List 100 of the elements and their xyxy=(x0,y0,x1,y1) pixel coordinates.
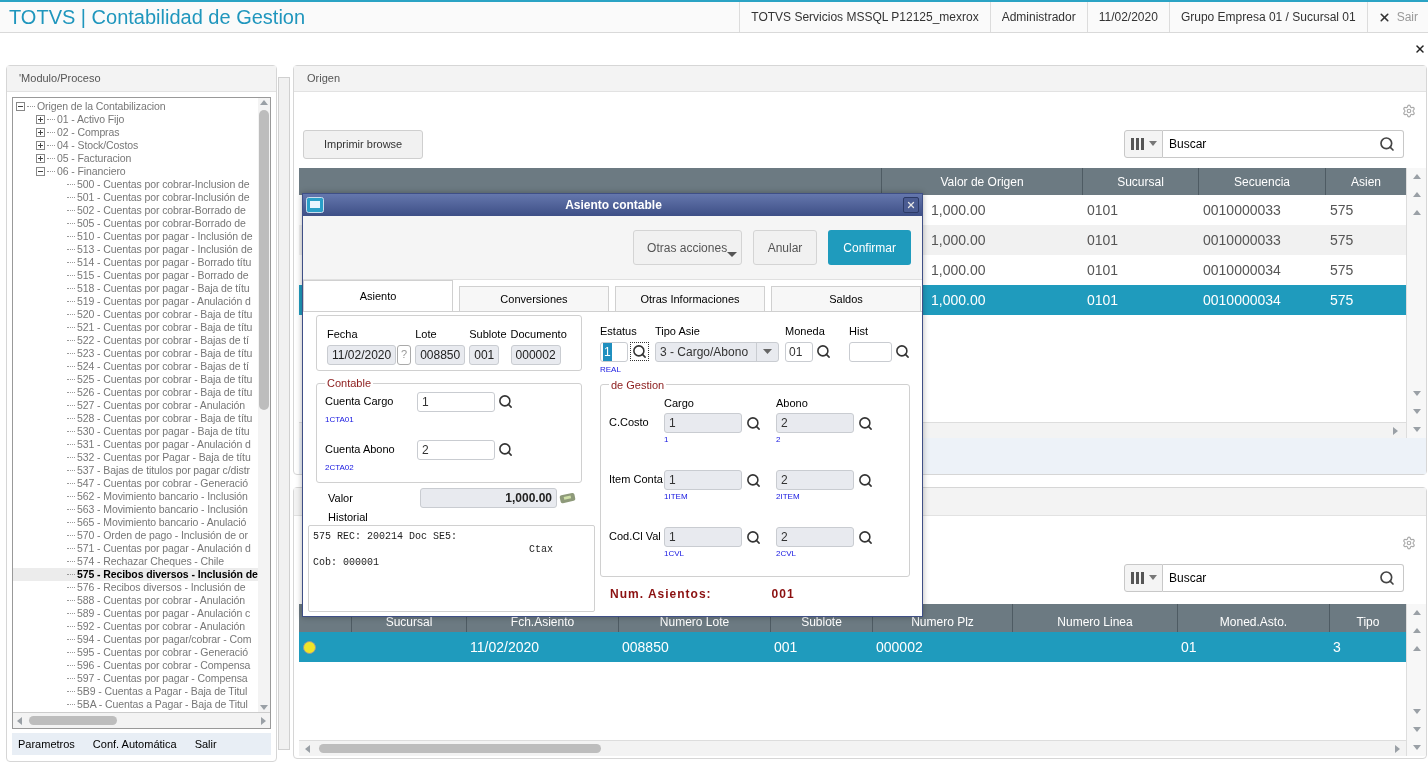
scroll-top-icon[interactable] xyxy=(1411,608,1422,618)
tree-item[interactable]: 532 - Cuentas por Pagar - Baja de títu xyxy=(13,451,258,464)
money-icon[interactable] xyxy=(559,492,577,504)
scroll-bottom-icon[interactable] xyxy=(1411,424,1422,434)
close-icon[interactable] xyxy=(1414,43,1426,55)
tree-item[interactable]: 500 - Cuentas por cobrar-Inclusion de xyxy=(13,178,258,191)
tree-item[interactable]: 596 - Cuentas por cobrar - Compensa xyxy=(13,659,258,672)
expand-icon[interactable] xyxy=(36,115,45,124)
page-down-icon[interactable] xyxy=(1411,724,1422,734)
print-button[interactable]: Imprimir browse xyxy=(303,129,424,159)
search-icon[interactable] xyxy=(746,529,761,545)
splitter[interactable] xyxy=(278,77,290,750)
expand-icon[interactable] xyxy=(36,154,45,163)
search-icon[interactable] xyxy=(858,529,873,545)
tree-item[interactable]: 589 - Cuentas por pagar - Anulación c xyxy=(13,607,258,620)
tab[interactable]: Otras Informaciones xyxy=(615,286,765,311)
search-icon[interactable] xyxy=(498,442,513,457)
text-field[interactable]: 2 xyxy=(776,527,854,547)
scroll-top-icon[interactable] xyxy=(1411,172,1422,182)
tree-item[interactable]: 526 - Cuentas por cobrar - Baja de títu xyxy=(13,386,258,399)
dropdown[interactable]: 3 - Cargo/Abono xyxy=(655,341,779,362)
page-up-icon[interactable] xyxy=(1411,626,1422,636)
search-icon[interactable] xyxy=(1379,570,1395,586)
text-field[interactable]: 000002 xyxy=(510,344,561,365)
text-field[interactable]: 2 xyxy=(776,413,854,433)
search-icon[interactable] xyxy=(1379,136,1395,152)
dialog-button[interactable]: Otras acciones xyxy=(632,230,742,265)
tree-item[interactable]: 510 - Cuentas por pagar - Inclusión de xyxy=(13,230,258,243)
text-field[interactable]: 2 xyxy=(417,439,495,460)
text-field[interactable]: 01 xyxy=(785,341,813,362)
tree-item[interactable]: 563 - Movimiento bancario - Inclusión xyxy=(13,503,258,516)
tree-item[interactable]: 513 - Cuentas por pagar - Inclusión de xyxy=(13,243,258,256)
tree-item[interactable]: 597 - Cuentas por pagar - Compensa xyxy=(13,672,258,685)
expand-icon[interactable] xyxy=(36,128,45,137)
text-field[interactable]: 008850 xyxy=(415,344,466,365)
tree-item[interactable]: 514 - Cuentas por pagar - Borrado títu xyxy=(13,256,258,269)
tree-item[interactable]: 528 - Cuentas por cobrar - Baja de títu xyxy=(13,412,258,425)
tree-item[interactable]: 562 - Movimiento bancario - Inclusión xyxy=(13,490,258,503)
table-row[interactable]: 11/02/2020 008850 001 000002 01 3 xyxy=(299,632,1406,662)
scroll-left-icon[interactable] xyxy=(15,715,25,726)
scroll-right-icon[interactable] xyxy=(258,715,268,726)
settings-icon[interactable] xyxy=(1402,536,1416,550)
page-up-icon[interactable] xyxy=(1411,190,1422,200)
tree-item[interactable]: 592 - Cuentas por cobrar - Anulación xyxy=(13,620,258,633)
tree-item[interactable]: 502 - Cuentas por cobrar-Borrado de xyxy=(13,204,258,217)
tab[interactable]: Conversiones xyxy=(459,286,609,311)
tree-item[interactable]: 531 - Cuentas por pagar - Anulación d xyxy=(13,438,258,451)
dialog-button[interactable]: Confirmar xyxy=(828,230,911,265)
text-field[interactable]: 1 xyxy=(664,527,742,547)
tree-item[interactable]: 04 - Stock/Costos xyxy=(13,139,258,152)
tree-item[interactable]: 06 - Financiero xyxy=(13,165,258,178)
search-icon[interactable] xyxy=(746,472,761,488)
column-filter-button[interactable] xyxy=(1124,130,1163,158)
tree-item[interactable]: 530 - Cuentas por pagar - Baja de títu xyxy=(13,425,258,438)
tree-item[interactable]: 518 - Cuentas por pagar - Baja de títu xyxy=(13,282,258,295)
tree-item[interactable]: 519 - Cuentas por pagar - Anulación d xyxy=(13,295,258,308)
scroll-down-icon[interactable] xyxy=(1411,706,1422,716)
tree-item[interactable]: 521 - Cuentas por cobrar - Baja de títu xyxy=(13,321,258,334)
tree-item[interactable]: 576 - Recibos diversos - Inclusión de xyxy=(13,581,258,594)
tree-item[interactable]: 575 - Recibos diversos - Inclusión de xyxy=(13,568,258,581)
footer-button[interactable]: Parametros xyxy=(12,735,81,753)
search-input[interactable]: Buscar xyxy=(1163,565,1379,591)
scrollbar-thumb[interactable] xyxy=(29,716,117,725)
tree-item[interactable]: 520 - Cuentas por cobrar - Baja de títu xyxy=(13,308,258,321)
text-field[interactable]: 1 xyxy=(600,341,628,362)
tree-item[interactable]: 527 - Cuentas por cobrar - Anulación xyxy=(13,399,258,412)
exit-button[interactable]: Sair xyxy=(1366,2,1428,32)
tree-item[interactable]: 595 - Cuentas por cobrar - Generació xyxy=(13,646,258,659)
tree-item[interactable]: 522 - Cuentas por cobrar - Bajas de tí xyxy=(13,334,258,347)
text-field[interactable]: 1 xyxy=(664,413,742,433)
collapse-icon[interactable] xyxy=(16,102,25,111)
tree-item[interactable]: 5BA - Cuentas a Pagar - Baja de Titul xyxy=(13,698,258,711)
tree-item[interactable]: 01 - Activo Fijo xyxy=(13,113,258,126)
text-field[interactable]: 001 xyxy=(469,344,500,365)
tree-item[interactable]: 524 - Cuentas por cobrar - Bajas de tí xyxy=(13,360,258,373)
text-area[interactable]: 575 REC: 200214 Doc SE5: Ctax Cob: 000001 xyxy=(308,525,595,612)
settings-icon[interactable] xyxy=(1402,104,1416,118)
expand-icon[interactable] xyxy=(36,141,45,150)
close-button[interactable] xyxy=(903,197,919,213)
search-icon[interactable] xyxy=(746,415,761,431)
tree-item[interactable]: 523 - Cuentas por cobrar - Baja de títu xyxy=(13,347,258,360)
tree-item[interactable]: Origen de la Contabilizacion xyxy=(13,100,258,113)
help-button[interactable]: ? xyxy=(397,344,412,365)
page-down-icon[interactable] xyxy=(1411,406,1422,416)
collapse-icon[interactable] xyxy=(36,167,45,176)
search-icon[interactable] xyxy=(858,472,873,488)
search-field[interactable]: Buscar xyxy=(1163,130,1404,158)
text-field[interactable]: 1 xyxy=(664,470,742,490)
tree-item[interactable]: 571 - Cuentas por pagar - Anulación d xyxy=(13,542,258,555)
tree-item[interactable]: 501 - Cuentas por cobrar-Inclusión de xyxy=(13,191,258,204)
text-field[interactable]: 11/02/2020 xyxy=(327,344,397,365)
tree-item[interactable]: 505 - Cuentas por cobrar-Borrado de xyxy=(13,217,258,230)
scroll-right-icon[interactable] xyxy=(1392,743,1402,754)
tree-item[interactable]: 547 - Cuentas por cobrar - Generació xyxy=(13,477,258,490)
text-field[interactable]: 2 xyxy=(776,470,854,490)
scroll-left-icon[interactable] xyxy=(303,743,313,754)
tab[interactable]: Saldos xyxy=(771,286,921,311)
search-icon[interactable] xyxy=(895,344,910,359)
tree-item[interactable]: 02 - Compras xyxy=(13,126,258,139)
tab[interactable]: Asiento xyxy=(303,280,453,311)
